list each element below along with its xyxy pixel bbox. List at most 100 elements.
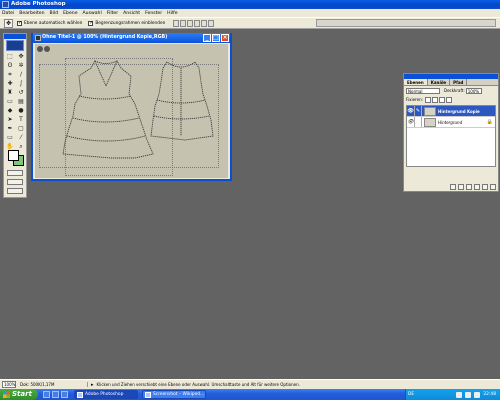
status-arrow-icon[interactable]: ▸ (91, 382, 94, 388)
eyedropper-icon[interactable]: ⁄ (16, 134, 26, 142)
start-button[interactable]: Start (0, 389, 38, 400)
document-title: Ohne Titel-1 @ 100% (Hintergrund Kopie,R… (42, 35, 168, 40)
image-canvas[interactable] (35, 44, 228, 178)
tray-icon[interactable] (465, 391, 472, 398)
magic-wand-icon[interactable]: ✲ (16, 62, 26, 70)
lock-all-icon[interactable] (445, 96, 452, 103)
move-tool-icon[interactable]: ✥ (16, 53, 26, 61)
dress-sketches (62, 60, 214, 159)
blur-tool-icon[interactable]: ◆ (5, 107, 15, 115)
slice-tool-icon[interactable]: ∕ (16, 71, 26, 79)
align-center-icon[interactable] (201, 19, 208, 27)
foreground-color-swatch[interactable] (8, 150, 19, 161)
layer-name: Hintergrund (438, 119, 463, 125)
gradient-tool-icon[interactable]: ▤ (16, 98, 26, 106)
quick-launch-icon[interactable] (61, 391, 68, 398)
align-middle-icon[interactable] (180, 19, 187, 27)
align-top-icon[interactable] (173, 19, 180, 27)
eye-icon[interactable]: 👁 (407, 106, 415, 116)
path-select-icon[interactable]: ➤ (5, 116, 15, 124)
menu-filter[interactable]: Filter (107, 11, 118, 16)
adjustment-layer-icon[interactable] (474, 184, 480, 190)
volume-icon[interactable] (474, 391, 481, 398)
toolbox-header[interactable] (4, 34, 26, 39)
eye-icon[interactable]: 👁 (407, 117, 415, 127)
auto-select-checkbox[interactable]: Ebene automatisch wählen (17, 20, 82, 26)
checkbox-icon (17, 20, 22, 26)
maximize-button[interactable]: □ (212, 34, 220, 42)
move-tool-preset-icon[interactable]: ✥ (4, 18, 13, 28)
layer-row-hintergrund[interactable]: 👁 Hintergrund 🔒 (407, 117, 495, 128)
marquee-tool-icon[interactable]: ⬚ (5, 53, 15, 61)
zoom-field[interactable]: 100% (2, 381, 16, 388)
palette-well[interactable] (316, 19, 496, 27)
layer-style-icon[interactable] (450, 184, 456, 190)
notes-tool-icon[interactable]: ▭ (5, 134, 15, 142)
jump-to-imageready-button[interactable] (7, 188, 23, 194)
pen-tool-icon[interactable]: ✒ (5, 125, 15, 133)
status-bar: 100% Dok: 500K/1,17M ▸ Klicken und Ziehe… (0, 379, 500, 389)
layers-palette: Ebenen Kanäle Pfad Normal Deckkraft: 100… (403, 73, 499, 192)
align-bottom-icon[interactable] (187, 19, 194, 27)
menu-bearbeiten[interactable]: Bearbeiten (19, 11, 44, 16)
tab-paths[interactable]: Pfad (450, 79, 468, 85)
document-icon (35, 35, 41, 41)
quick-mask-button[interactable] (7, 170, 23, 176)
crop-tool-icon[interactable]: ⌗ (5, 71, 15, 79)
tray-icon[interactable] (456, 391, 463, 398)
photoshop-logo[interactable] (6, 40, 24, 51)
menu-hilfe[interactable]: Hilfe (167, 11, 177, 16)
system-tray: DE 22:48 (405, 389, 500, 400)
close-button[interactable]: × (221, 34, 229, 42)
dodge-tool-icon[interactable]: ● (16, 107, 26, 115)
toolbox: ⬚ ✥ ʘ ✲ ⌗ ∕ ✚ ∫ ♜ ↺ ▭ ▤ ◆ ● ➤ T ✒ ▢ ▭ ⁄ ✋ ⌕ (3, 33, 27, 198)
task-browser[interactable]: Screenshot – Wikiped... (142, 390, 206, 399)
bounding-box-checkbox[interactable]: Begrenzungsrahmen einblenden (88, 20, 165, 26)
new-layer-icon[interactable] (482, 184, 488, 190)
history-brush-icon[interactable]: ↺ (16, 89, 26, 97)
quick-launch-icon[interactable] (43, 391, 50, 398)
menu-datei[interactable]: Datei (2, 11, 14, 16)
lasso-tool-icon[interactable]: ʘ (5, 62, 15, 70)
task-photoshop[interactable]: Adobe Photoshop (74, 390, 138, 399)
doc-size[interactable]: Dok: 500K/1,17M (18, 382, 88, 387)
layer-row-hintergrund-kopie[interactable]: 👁 ✎ Hintergrund Kopie (407, 106, 495, 117)
align-right-icon[interactable] (208, 19, 215, 27)
lock-image-icon[interactable] (431, 96, 438, 103)
lock-icon: 🔒 (486, 119, 493, 125)
minimize-button[interactable]: _ (203, 34, 211, 42)
clone-stamp-icon[interactable]: ♜ (5, 89, 15, 97)
clock[interactable]: 22:48 (483, 392, 496, 397)
trash-icon[interactable] (490, 184, 496, 190)
eraser-tool-icon[interactable]: ▭ (5, 98, 15, 106)
document-title-bar[interactable]: Ohne Titel-1 @ 100% (Hintergrund Kopie,R… (33, 33, 230, 43)
link-slot-icon[interactable] (415, 117, 422, 127)
brush-tool-icon[interactable]: ∫ (16, 80, 26, 88)
menu-ebene[interactable]: Ebene (63, 11, 77, 16)
blend-mode-select[interactable]: Normal (406, 87, 440, 94)
menu-auswahl[interactable]: Auswahl (83, 11, 102, 16)
layer-name: Hintergrund Kopie (438, 108, 480, 114)
layer-mask-icon[interactable] (458, 184, 464, 190)
app-title-bar[interactable]: Adobe Photoshop (0, 0, 500, 9)
screen-mode-button[interactable] (7, 179, 23, 185)
brush-icon[interactable]: ✎ (415, 106, 422, 116)
healing-brush-icon[interactable]: ✚ (5, 80, 15, 88)
tab-channels[interactable]: Kanäle (428, 79, 451, 85)
layer-thumbnail (424, 117, 436, 127)
menu-bild[interactable]: Bild (50, 11, 59, 16)
language-indicator[interactable]: DE (408, 392, 414, 397)
menu-fenster[interactable]: Fenster (145, 11, 162, 16)
browser-icon (145, 392, 151, 398)
lock-transparency-icon[interactable] (424, 96, 431, 103)
align-left-icon[interactable] (194, 19, 201, 27)
layer-thumbnail (424, 106, 436, 116)
layer-set-icon[interactable] (466, 184, 472, 190)
lock-position-icon[interactable] (438, 96, 445, 103)
type-tool-icon[interactable]: T (16, 116, 26, 124)
menu-ansicht[interactable]: Ansicht (123, 11, 140, 16)
shape-tool-icon[interactable]: ▢ (16, 125, 26, 133)
quick-launch-icon[interactable] (52, 391, 59, 398)
tab-layers[interactable]: Ebenen (404, 79, 428, 85)
opacity-input[interactable]: 100% (465, 87, 482, 94)
